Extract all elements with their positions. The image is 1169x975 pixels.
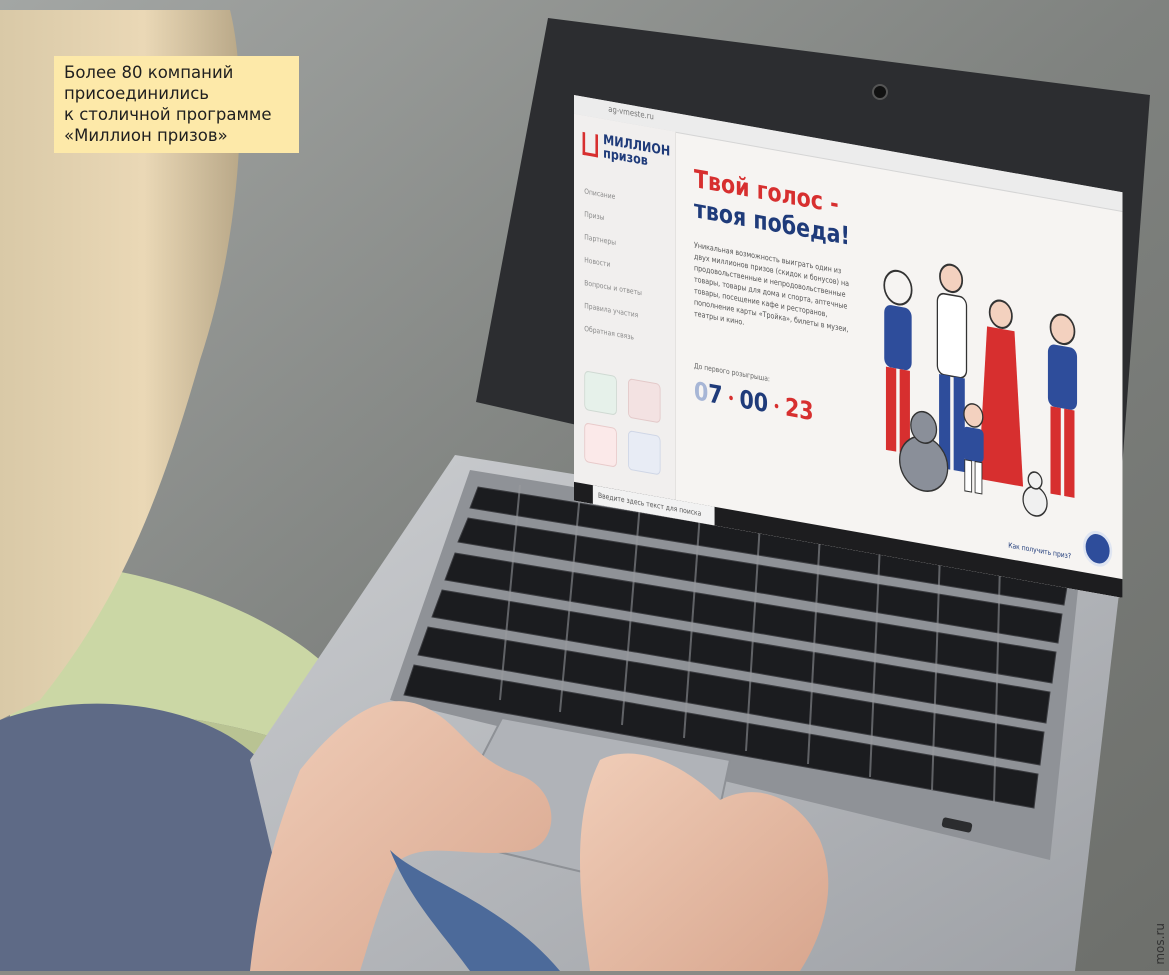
app-tile-green-icon[interactable] (584, 370, 617, 416)
person-mother (978, 299, 1024, 487)
how-to-get-prize-link[interactable]: Как получить приз? (1008, 541, 1071, 560)
chat-help-button[interactable] (1083, 528, 1113, 570)
countdown-separator: • (727, 390, 735, 407)
countdown-minutes: 23 (784, 392, 814, 427)
app-tile-services-icon[interactable] (628, 430, 661, 476)
app-tile-moscow-icon[interactable] (628, 378, 661, 424)
person-grandpa (1047, 313, 1078, 498)
countdown-hours: 00 (739, 384, 769, 419)
caption-line-1: Более 80 компаний (64, 63, 234, 82)
countdown-separator: • (773, 398, 780, 415)
app-tiles (584, 370, 670, 489)
brand-logo[interactable]: МИЛЛИОН призов (582, 130, 670, 173)
family-illustration (883, 263, 1078, 517)
hero-title: Твой голос - твоя победа! (694, 164, 850, 252)
countdown-days: 7 (708, 378, 723, 411)
countdown-days-zero: 0 (693, 376, 709, 408)
caption-line-2: присоединились (64, 84, 210, 103)
caption-line-4: «Миллион призов» (64, 126, 228, 145)
photo-credit: mos.ru (1153, 923, 1167, 965)
caption-box: Более 80 компаний присоединились к столи… (54, 56, 299, 153)
brand-mark-icon (582, 131, 598, 158)
person-father (936, 263, 968, 473)
caption-line-3: к столичной программе (64, 105, 272, 124)
webcam (872, 84, 888, 100)
app-tile-troika-icon[interactable] (584, 422, 617, 468)
person-child (963, 403, 984, 495)
sidebar-nav: Описание Призы Партнеры Новости Вопросы … (584, 184, 666, 359)
pet-cat (1022, 471, 1048, 517)
hero-description: Уникальная возможность выиграть один из … (693, 240, 850, 334)
person-grandma (883, 269, 913, 455)
countdown: 07 • 00 • 23 (694, 376, 814, 426)
sidebar: МИЛЛИОН призов Описание Призы Партнеры Н… (574, 113, 676, 519)
